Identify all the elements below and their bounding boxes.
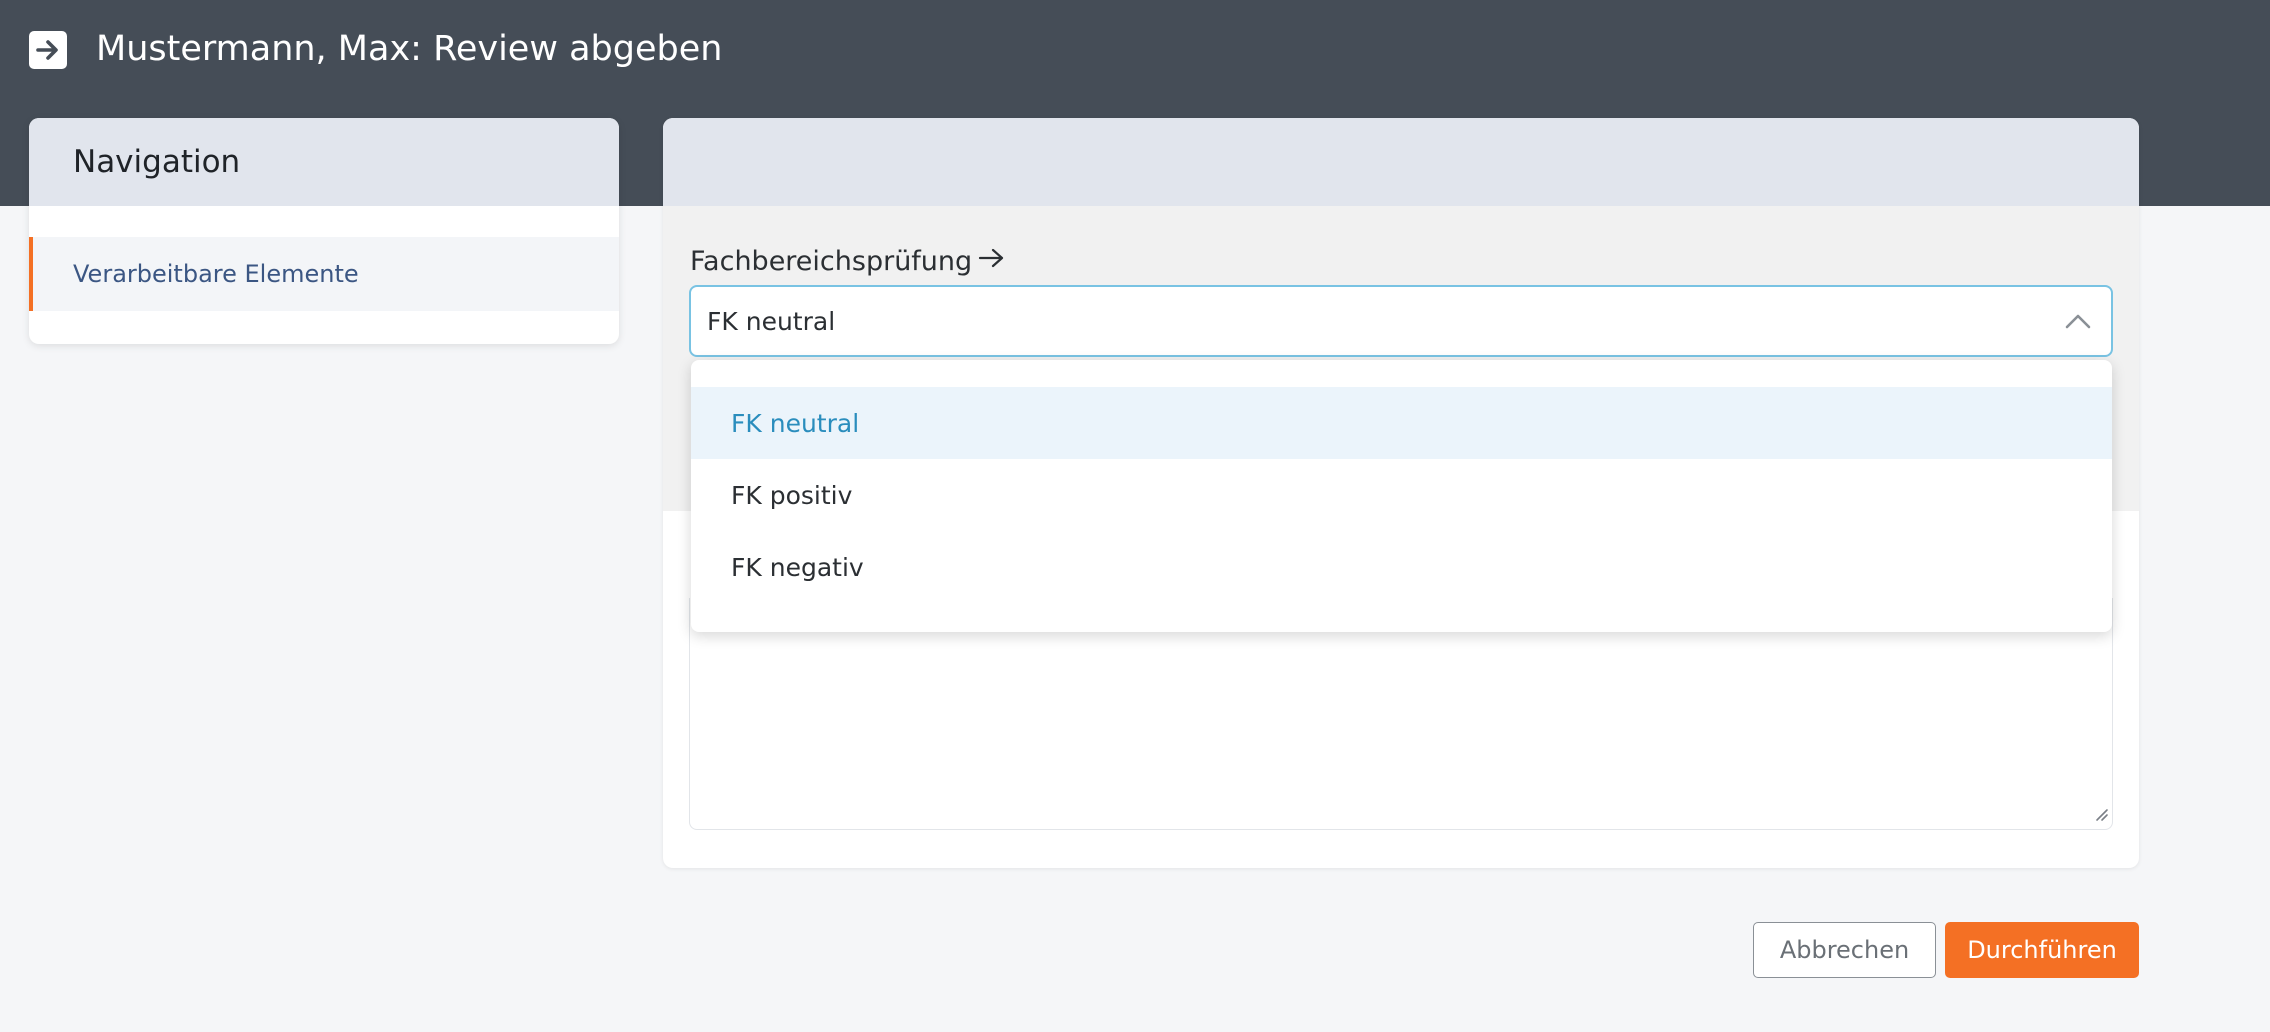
- field-label-fachbereichspruefung: Fachbereichsprüfung: [690, 246, 1006, 277]
- fachbereich-select[interactable]: FK neutral: [689, 285, 2113, 357]
- navigation-panel: Navigation Verarbeitbare Elemente: [29, 118, 619, 344]
- select-dropdown-menu: FK neutral FK positiv FK negativ: [691, 360, 2112, 632]
- arrow-right-square-icon: [29, 31, 67, 69]
- chevron-up-icon[interactable]: [2063, 309, 2093, 339]
- page-title: Mustermann, Max: Review abgeben: [96, 29, 723, 69]
- field-label-text: Fachbereichsprüfung: [690, 246, 973, 277]
- nav-item-verarbeitbare-elemente[interactable]: Verarbeitbare Elemente: [29, 237, 619, 311]
- option-fk-neutral[interactable]: FK neutral: [691, 387, 2112, 459]
- navigation-title: Navigation: [29, 118, 619, 206]
- form-card-header: [663, 118, 2139, 206]
- arrow-right-icon: [978, 246, 1006, 277]
- comment-textarea[interactable]: [689, 598, 2113, 830]
- option-fk-positiv[interactable]: FK positiv: [691, 459, 2112, 531]
- cancel-button[interactable]: Abbrechen: [1753, 922, 1936, 978]
- resize-handle-icon[interactable]: [2093, 806, 2109, 826]
- option-fk-negativ[interactable]: FK negativ: [691, 531, 2112, 603]
- submit-button[interactable]: Durchführen: [1945, 922, 2139, 978]
- select-value: FK neutral: [707, 306, 836, 336]
